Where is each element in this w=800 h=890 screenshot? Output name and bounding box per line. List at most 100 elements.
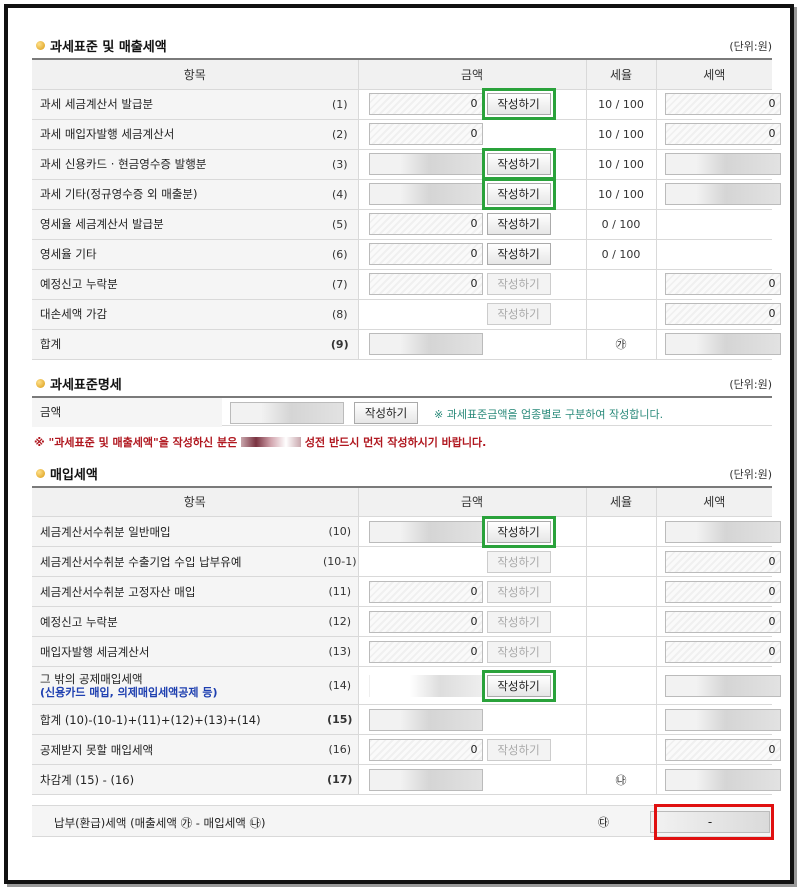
purchase-table: 항목 금액 세율 세액 세금계산서수취분 일반매입 (10) 작성하기 세금계산… <box>32 485 781 795</box>
tax-field[interactable] <box>664 674 781 697</box>
amount-field[interactable] <box>368 183 483 205</box>
row-number: (1) <box>322 89 358 120</box>
table-row-total: 합계 (9) ㉮ <box>32 329 781 360</box>
amount-field[interactable] <box>368 674 483 697</box>
table-row: 그 밖의 공제매입세액 (신용카드 매입, 의제매입세액공제 등) (14) 작성… <box>32 666 781 705</box>
row-label: 합계 <box>32 329 322 360</box>
write-button[interactable]: 작성하기 <box>481 669 556 702</box>
tax-field[interactable]: 0 <box>664 610 781 633</box>
sales-section-header: 과세표준 및 매출세액 (단위:원) <box>32 32 772 58</box>
table-row: 영세율 기타 (6) 0 작성하기 0 / 100 <box>32 239 772 270</box>
tax-field[interactable] <box>664 520 781 543</box>
table-row: 매입자발행 세금계산서 (13) 0 작성하기 0 <box>32 636 781 667</box>
tax-field[interactable]: 0 <box>664 303 781 325</box>
amount-field[interactable]: 0 <box>368 610 483 633</box>
row-number: (11) <box>322 576 358 607</box>
row-number: (8) <box>322 299 358 330</box>
content-frame: 과세표준 및 매출세액 (단위:원) 항목 금액 세율 세액 과세 세금계산서 … <box>4 4 794 884</box>
write-button[interactable]: 작성하기 <box>481 88 556 120</box>
amount-field[interactable] <box>368 153 483 175</box>
basis-label: 금액 <box>32 397 222 427</box>
header-tax: 세액 <box>655 58 772 90</box>
basis-write-button[interactable]: 작성하기 <box>354 401 418 424</box>
write-button[interactable]: 작성하기 <box>486 243 551 265</box>
table-row: 영세율 세금계산서 발급분 (5) 0 작성하기 0 / 100 <box>32 209 772 240</box>
basis-section-title: 과세표준명세 <box>36 374 122 393</box>
table-header-row: 항목 금액 세율 세액 <box>32 485 772 517</box>
amount-field[interactable] <box>368 520 483 543</box>
write-button[interactable]: 작성하기 <box>486 303 551 325</box>
write-button[interactable]: 작성하기 <box>486 738 551 761</box>
write-button[interactable]: 작성하기 <box>486 580 551 603</box>
tax-field <box>664 708 781 731</box>
basis-amount-field[interactable] <box>230 401 344 424</box>
tax-field[interactable]: 0 <box>664 580 781 603</box>
table-row: 세금계산서수취분 고정자산 매입 (11) 0 작성하기 0 <box>32 576 781 607</box>
bullet-icon <box>36 41 45 50</box>
amount-field[interactable]: 0 <box>368 580 483 603</box>
amount-field[interactable]: 0 <box>368 640 483 663</box>
write-button[interactable]: 작성하기 <box>486 550 551 573</box>
tax-field[interactable]: 0 <box>664 550 781 573</box>
basis-section-header: 과세표준명세 (단위:원) <box>32 370 772 396</box>
table-row: 예정신고 누락분 (7) 0 작성하기 0 <box>32 269 781 300</box>
tax-field[interactable]: 0 <box>664 273 781 295</box>
row-number: (15) <box>322 704 358 735</box>
payment-row: 납부(환급)세액 (매출세액 ㉮ - 매입세액 ㉯) ㉰ - <box>32 804 774 840</box>
row-label: 예정신고 누락분 <box>32 269 322 300</box>
row-number: (3) <box>322 149 358 180</box>
bullet-icon <box>36 468 45 478</box>
table-row: 대손세액 가감 (8) 작성하기 0 <box>32 299 781 330</box>
write-button[interactable]: 작성하기 <box>486 213 551 235</box>
table-row: 과세 신용카드 · 현금영수증 발행분 (3) 작성하기 10 / 100 <box>32 148 781 180</box>
amount-field <box>368 333 483 355</box>
row-label: 과세 세금계산서 발급분 <box>32 89 322 120</box>
tax-field[interactable]: 0 <box>664 123 781 145</box>
tax-rate <box>585 299 656 330</box>
amount-field[interactable]: 0 <box>368 123 483 145</box>
write-button[interactable]: 작성하기 <box>486 640 551 663</box>
write-button[interactable]: 작성하기 <box>486 273 551 295</box>
write-button[interactable]: 작성하기 <box>486 610 551 633</box>
table-row: 공제받지 못할 매입세액 (16) 0 작성하기 0 <box>32 734 781 765</box>
header-amount: 금액 <box>357 58 586 90</box>
amount-field[interactable]: 0 <box>368 213 483 235</box>
payment-symbol: ㉰ <box>598 816 609 829</box>
row-number: (7) <box>322 269 358 300</box>
table-row: 세금계산서수취분 수출기업 수입 납부유예 (10-1) 작성하기 0 <box>32 546 781 577</box>
amount-field[interactable]: 0 <box>368 273 483 295</box>
header-tax: 세액 <box>655 485 772 517</box>
row-number: (14) <box>322 666 358 705</box>
row-label: 대손세액 가감 <box>32 299 322 330</box>
redaction-block <box>241 436 302 447</box>
row-label: 매입자발행 세금계산서 <box>32 636 322 667</box>
tax-field <box>664 768 781 791</box>
tax-rate: 0 / 100 <box>585 209 656 240</box>
sales-section-title: 과세표준 및 매출세액 <box>36 36 167 55</box>
amount-field[interactable]: 0 <box>368 243 483 265</box>
row-sublabel: (신용카드 매입, 의제매입세액공제 등) <box>40 685 218 699</box>
write-button[interactable]: 작성하기 <box>481 178 556 210</box>
unit-label: (단위:원) <box>729 467 772 481</box>
amount-field[interactable]: 0 <box>368 93 483 115</box>
unit-label: (단위:원) <box>729 40 772 53</box>
write-button[interactable]: 작성하기 <box>481 515 556 548</box>
row-number: (16) <box>322 734 358 765</box>
table-row: 예정신고 누락분 (12) 0 작성하기 0 <box>32 606 781 637</box>
tax-field[interactable] <box>664 153 781 175</box>
table-row-total: 차감계 (15) - (16) (17) ㉯ <box>32 764 781 795</box>
write-button[interactable]: 작성하기 <box>481 148 556 180</box>
basis-row: 금액 작성하기 ※ 과세표준금액을 업종별로 구분하여 작성합니다. <box>32 395 772 427</box>
header-amount: 금액 <box>357 485 586 517</box>
row-label: 그 밖의 공제매입세액 <box>40 671 143 686</box>
amount-field[interactable]: 0 <box>368 738 483 761</box>
header-rate: 세율 <box>585 485 656 517</box>
payment-label: 납부(환급)세액 (매출세액 ㉮ - 매입세액 ㉯) <box>54 816 266 830</box>
tax-field[interactable]: 0 <box>664 738 781 761</box>
tax-field <box>664 333 781 355</box>
tax-field[interactable] <box>664 183 781 205</box>
tax-field[interactable]: 0 <box>664 93 781 115</box>
tax-field[interactable]: 0 <box>664 640 781 663</box>
tax-rate: 10 / 100 <box>585 119 656 150</box>
row-number: (10) <box>322 516 358 547</box>
